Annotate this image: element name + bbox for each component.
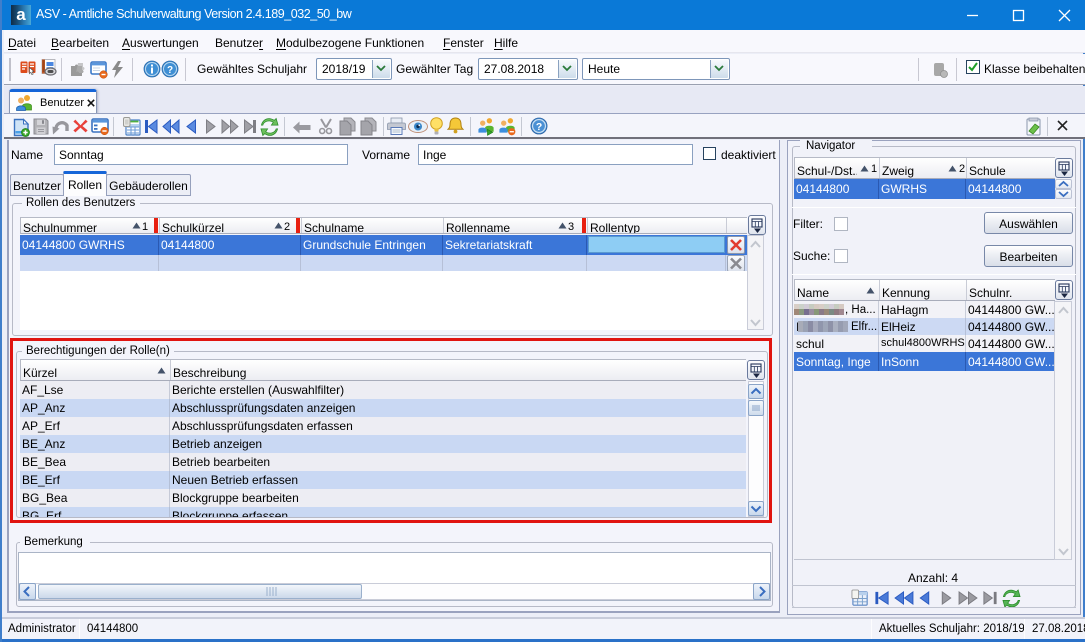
svg-text:?: ? (167, 65, 173, 76)
svg-text:?: ? (536, 122, 542, 133)
